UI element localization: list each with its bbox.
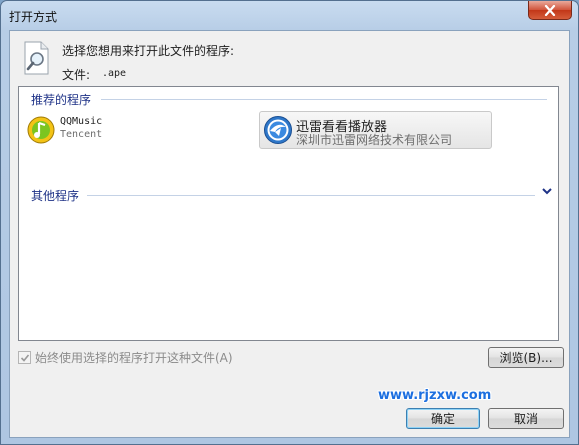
program-publisher: Tencent [60,129,103,140]
open-with-dialog: 打开方式 选择您想用来打开此文件的程序: 文件: .ape 推荐的程序 QQMu… [0,0,579,445]
program-publisher: 深圳市迅雷网络技术有限公司 [296,133,453,147]
xunlei-player-icon [264,116,292,144]
program-list[interactable]: 推荐的程序 QQMusic Tencent 迅雷看看播放器 深圳市迅雷网络技术有… [18,86,559,341]
program-item-qqmusic[interactable]: QQMusic Tencent [25,113,255,147]
title-bar[interactable]: 打开方式 [1,1,578,30]
always-use-label: 始终使用选择的程序打开这种文件(A) [35,351,233,365]
window-title: 打开方式 [9,10,58,24]
checkmark-icon [20,353,29,362]
chevron-down-icon[interactable] [541,186,553,196]
recommended-group-header: 推荐的程序 [31,93,92,107]
close-button[interactable] [528,1,572,20]
document-search-icon [24,41,49,75]
close-icon [544,4,556,16]
always-use-checkbox-row[interactable]: 始终使用选择的程序打开这种文件(A) [18,349,233,366]
other-divider [87,195,535,196]
ok-button[interactable]: 确定 [406,408,480,429]
other-group-header[interactable]: 其他程序 [31,187,79,204]
watermark-text: www.rjzxw.com [378,388,492,403]
file-label: 文件: [62,68,91,82]
recommended-divider [101,99,547,100]
qqmusic-icon [27,116,55,144]
program-item-xunlei[interactable]: 迅雷看看播放器 深圳市迅雷网络技术有限公司 [259,111,492,149]
browse-button[interactable]: 浏览(B)... [488,347,564,368]
prompt-text: 选择您想用来打开此文件的程序: [62,44,235,58]
program-name: QQMusic [60,116,103,127]
dialog-body: 选择您想用来打开此文件的程序: 文件: .ape 推荐的程序 QQMusic T… [9,30,570,438]
always-use-checkbox[interactable] [18,351,31,364]
cancel-button[interactable]: 取消 [488,408,564,429]
file-name: .ape [102,68,127,79]
